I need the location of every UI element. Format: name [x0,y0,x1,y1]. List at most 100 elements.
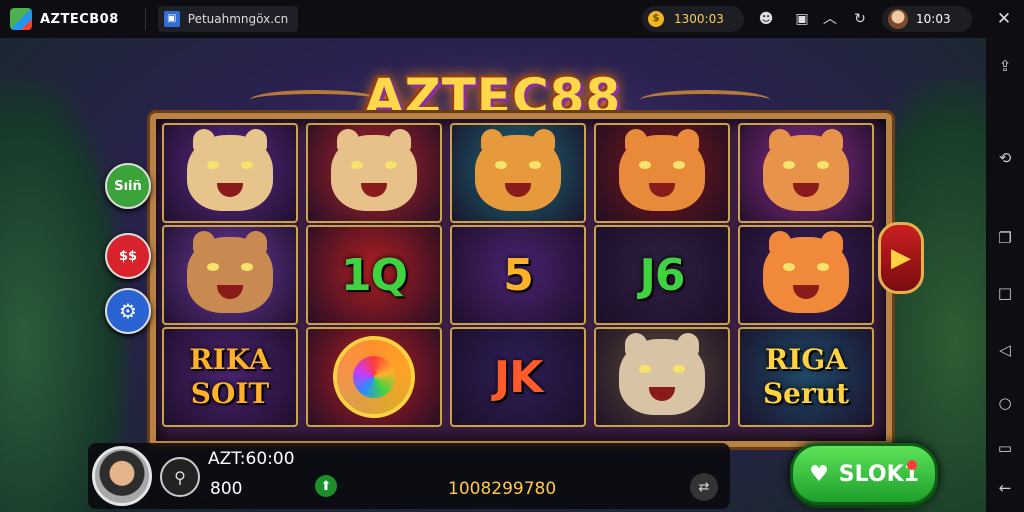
bottom-control-bar: ⚲ AZT:60:00 800 ⬆ 1008299780 ⇄ [88,443,730,509]
paytable-button[interactable]: $$ [105,233,151,279]
symbol-eye [529,161,541,169]
coin-balance-pill[interactable]: $ 1300:03 [642,6,744,32]
slot-symbol [738,225,874,325]
symbol-text: J6 [639,249,686,301]
jester-beast-icon [187,129,273,211]
back-shape-icon[interactable]: ◁ [995,340,1015,360]
symbol-text: JK [493,351,543,403]
share-icon[interactable]: ⇪ [995,56,1015,76]
app-tab-icon: ▣ [163,11,180,27]
reels-frame: RIKA SOIT 1Q 5 JK J6 RIGA Serut [150,113,892,447]
symbol-eye [639,365,651,373]
slot-symbol [162,225,298,325]
symbol-mouth [217,285,243,299]
symbol-eye [241,161,253,169]
symbol-mouth [793,285,819,299]
slot-symbol: 1Q [306,225,442,325]
magenta-tiger-icon [763,129,849,211]
trident-icon: ⚲ [174,467,186,487]
symbol-eye [783,263,795,271]
slot-symbol: RIKA SOIT [162,327,298,427]
square-icon[interactable]: □ [995,283,1015,303]
slot-symbol [738,123,874,223]
symbol-text: 5 [503,249,534,301]
refresh-icon[interactable]: ↻ [850,9,870,29]
symbol-text: RIKA SOIT [189,343,271,410]
symbol-eye [817,161,829,169]
swap-icon: ⇄ [698,479,710,495]
symbol-eye [639,161,651,169]
profile-value: 10:03 [916,12,951,26]
browser-tab[interactable]: ▣ Petuahmngöx.cn [157,6,299,32]
symbol-eye [673,161,685,169]
emulator-side-nav: ⇪ ⟲ ❐ □ ◁ ○ ▭ ← [986,38,1024,512]
info-button-label: Sıiñ [114,178,142,194]
slot-symbol: JK [450,327,586,427]
rotate-icon[interactable]: ⟲ [995,148,1015,168]
profile-avatar-icon [888,9,908,29]
symbol-mouth [505,183,531,197]
gem-wheel-icon [333,336,415,418]
recents-icon[interactable]: ▭ [995,438,1015,458]
symbol-eye [385,161,397,169]
symbol-mouth [361,183,387,197]
player-avatar[interactable] [92,446,152,506]
settings-button[interactable]: ⚙ [105,288,151,334]
symbol-eye [495,161,507,169]
reel-4: J6 [594,123,730,429]
symbol-eye [207,263,219,271]
slot-symbol: J6 [594,225,730,325]
app-title: AZTECB08 [40,11,119,27]
slot-symbol [306,327,442,427]
title-separator [144,8,146,30]
symbol-mouth [649,387,675,401]
timer-label: AZT:60:00 [208,449,295,469]
reel-2: 1Q [306,123,442,429]
slot-symbol: 5 [450,225,586,325]
back-arrow-icon[interactable]: ← [995,478,1015,498]
white-tiger-icon [619,333,705,415]
coin-icon: $ [648,11,664,27]
notification-dot [907,460,917,470]
symbol-eye [351,161,363,169]
lines-button[interactable]: ⚲ [160,457,200,497]
tab-title: Petuahmngöx.cn [187,12,289,26]
tiger-mic-icon [475,129,561,211]
spin-button[interactable]: ♥ SLOK1 [790,443,938,505]
slot-symbol [162,123,298,223]
screenshot-icon[interactable]: ▣ [792,9,812,29]
purple-tiger-icon [187,231,273,313]
reel-5: RIGA Serut [738,123,874,429]
slot-symbol [306,123,442,223]
profile-pill[interactable]: 10:03 [882,6,972,32]
slot-symbol [450,123,586,223]
next-arrow-button[interactable]: ▶ [878,222,924,294]
slot-symbol [594,327,730,427]
autoplay-button[interactable]: ⇄ [690,473,718,501]
reel-1: RIKA SOIT [162,123,298,429]
emulator-title-bar: AZTECB08 ▣ Petuahmngöx.cn [0,0,1024,38]
slot-game-canvas[interactable]: AZTEC88 RIKA SOIT 1Q 5 JK J6 RIGA Serut Sıiñ … [0,38,986,512]
slot-symbol: RIGA Serut [738,327,874,427]
copy-icon[interactable]: ❐ [995,228,1015,248]
symbol-eye [817,263,829,271]
heart-icon: ♥ [809,461,829,487]
app-logo-icon [10,8,32,30]
symbol-eye [673,365,685,373]
chevron-up-icon[interactable]: ︿ [820,9,840,29]
arrow-up-icon: ⬆ [320,478,332,494]
roaring-tiger-icon [763,231,849,313]
reel-3: 5 JK [450,123,586,429]
user-mask-icon[interactable]: ☻ [756,9,776,29]
close-icon[interactable]: ✕ [994,9,1014,29]
info-button[interactable]: Sıiñ [105,163,151,209]
symbol-text: 1Q [340,249,408,301]
win-amount: 1008299780 [448,479,557,499]
symbol-mouth [217,183,243,197]
circle-icon[interactable]: ○ [995,393,1015,413]
play-arrow-icon: ▶ [891,243,911,273]
symbol-eye [241,263,253,271]
slot-symbol [594,123,730,223]
symbol-mouth [649,183,675,197]
bet-increase-button[interactable]: ⬆ [315,475,337,497]
